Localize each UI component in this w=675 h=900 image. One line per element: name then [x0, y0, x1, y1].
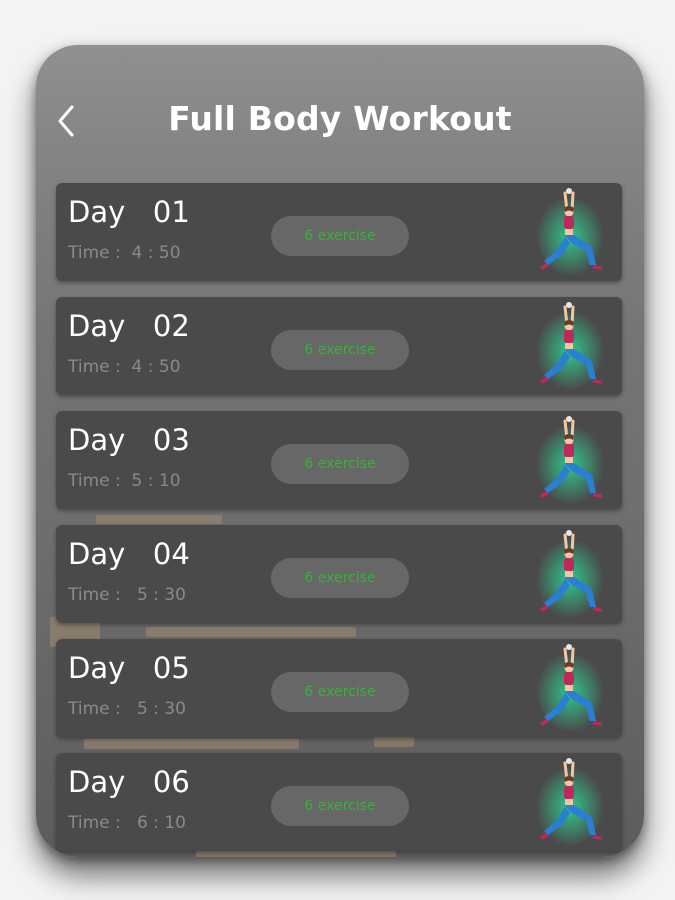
exercise-count-badge[interactable]: 6 exercise [271, 444, 409, 484]
day-time: Time : 4 : 50 [68, 357, 181, 377]
day-card[interactable]: Day 03 Time : 5 : 10 6 exercise [56, 411, 622, 509]
day-card[interactable]: Day 02 Time : 4 : 50 6 exercise [56, 297, 622, 395]
day-time: Time : 5 : 30 [68, 699, 186, 719]
day-time: Time : 5 : 10 [68, 471, 181, 491]
day-time: Time : 6 : 10 [68, 813, 186, 833]
day-card[interactable]: Day 05 Time : 5 : 30 6 exercise [56, 639, 622, 737]
day-title: Day 06 [68, 765, 190, 799]
background-stripe [96, 515, 222, 524]
phone-screen: Full Body Workout Day 01 Time : 4 : 50 6… [36, 45, 644, 857]
day-title: Day 01 [68, 195, 190, 229]
background-stripe [146, 627, 356, 637]
day-time: Time : 4 : 50 [68, 243, 181, 263]
day-title: Day 02 [68, 309, 190, 343]
background-stripe [84, 739, 299, 749]
yoga-lunge-figure-icon [536, 530, 604, 617]
day-card[interactable]: Day 04 Time : 5 : 30 6 exercise [56, 525, 622, 623]
yoga-lunge-figure-icon [536, 188, 604, 275]
yoga-lunge-figure-icon [536, 644, 604, 731]
day-title: Day 04 [68, 537, 190, 571]
background-stripe [196, 851, 396, 857]
day-card[interactable]: Day 01 Time : 4 : 50 6 exercise [56, 183, 622, 281]
day-time: Time : 5 : 30 [68, 585, 186, 605]
exercise-count-badge[interactable]: 6 exercise [271, 216, 409, 256]
exercise-count-badge[interactable]: 6 exercise [271, 672, 409, 712]
yoga-lunge-figure-icon [536, 758, 604, 845]
day-title: Day 05 [68, 651, 190, 685]
exercise-count-badge[interactable]: 6 exercise [271, 786, 409, 826]
day-card[interactable]: Day 06 Time : 6 : 10 6 exercise [56, 753, 622, 851]
yoga-lunge-figure-icon [536, 302, 604, 389]
exercise-count-badge[interactable]: 6 exercise [271, 330, 409, 370]
exercise-count-badge[interactable]: 6 exercise [271, 558, 409, 598]
day-title: Day 03 [68, 423, 190, 457]
yoga-lunge-figure-icon [536, 416, 604, 503]
page-title: Full Body Workout [168, 99, 512, 138]
